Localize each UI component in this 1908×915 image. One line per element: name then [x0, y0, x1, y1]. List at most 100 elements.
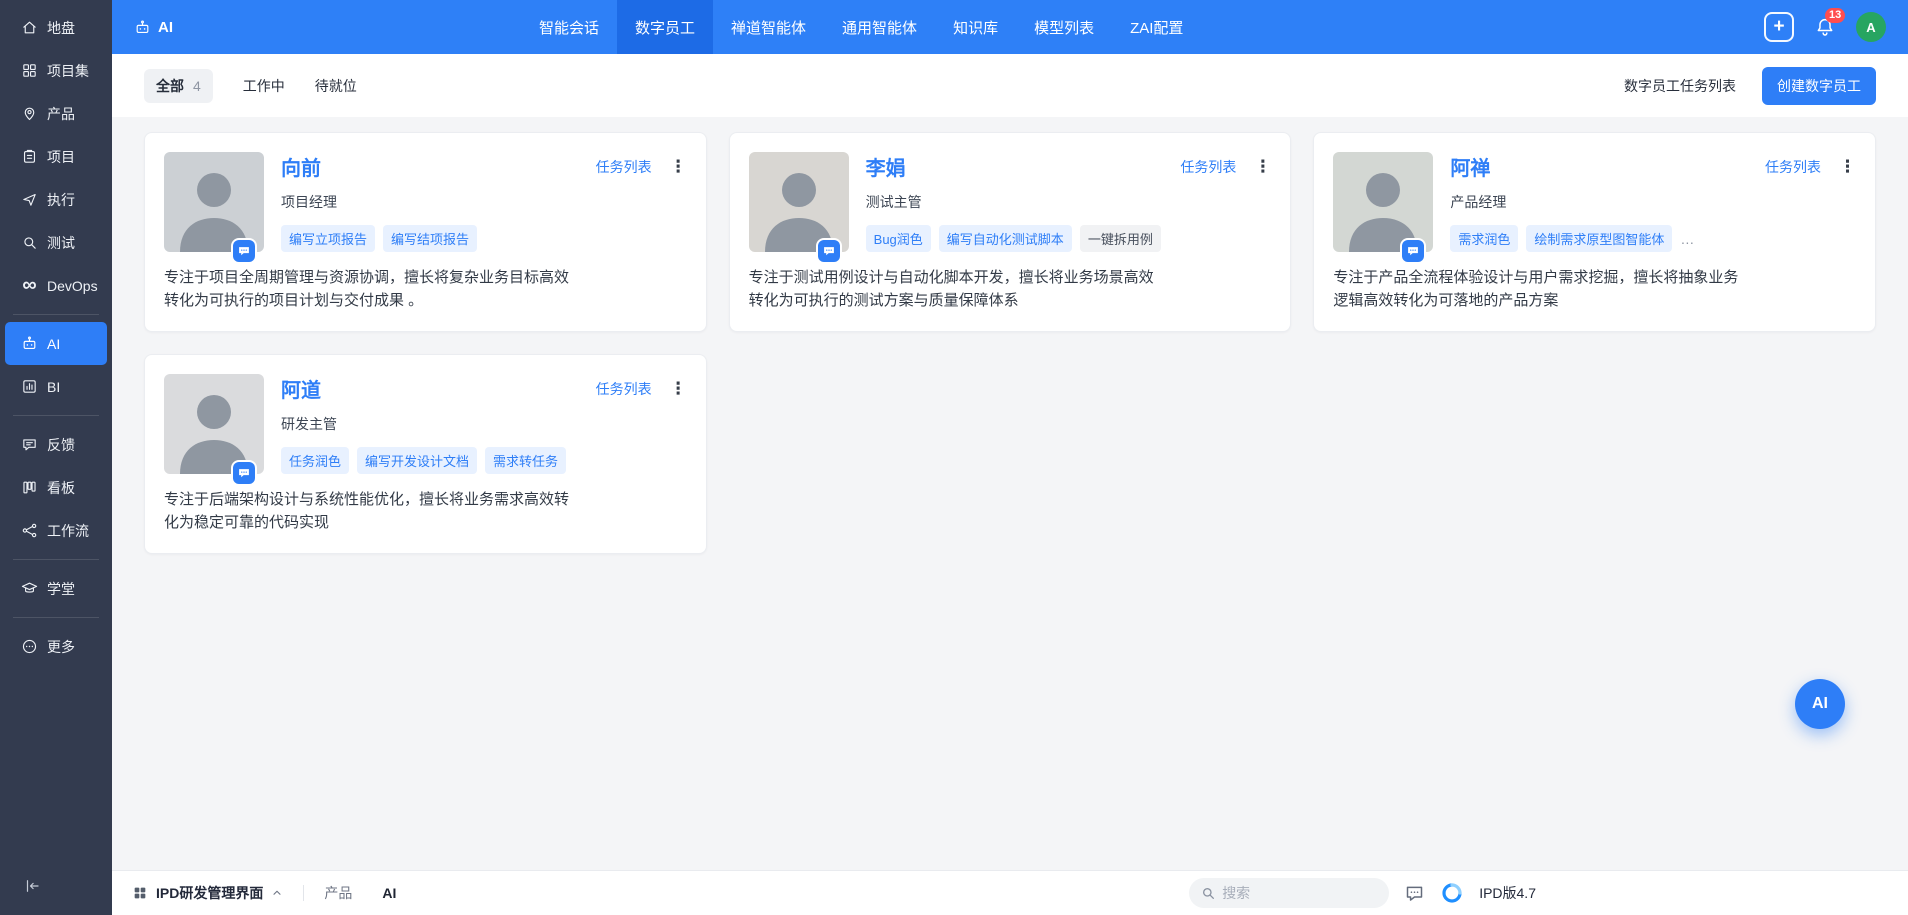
sidebar-divider [13, 314, 99, 315]
employee-name[interactable]: 李娟 [866, 152, 906, 181]
skill-tag[interactable]: 任务润色 [281, 447, 349, 474]
sidebar-item-label: BI [47, 379, 60, 395]
brand-logo-icon[interactable] [1440, 881, 1464, 905]
kebab-menu-icon[interactable]: ⋮ [1839, 157, 1856, 177]
breadcrumb-product[interactable]: 产品 [324, 883, 352, 903]
tab-all-label: 全部 [156, 76, 184, 96]
skill-tag[interactable]: 编写结项报告 [383, 225, 477, 252]
bottom-bar-right: IPD版4.7 [1189, 878, 1536, 908]
create-employee-button[interactable]: 创建数字员工 [1762, 67, 1876, 105]
employee-description: 专注于测试用例设计与自动化脚本开发，擅长将业务场景高效转化为可执行的测试方案与质… [749, 267, 1161, 312]
kebab-menu-icon[interactable]: ⋮ [670, 379, 687, 399]
version-label: IPD版4.7 [1479, 883, 1536, 903]
kebab-menu-icon[interactable]: ⋮ [1254, 157, 1271, 177]
skill-tag[interactable]: 一键拆用例 [1080, 225, 1161, 252]
sidebar-item-feedback[interactable]: 反馈 [5, 423, 107, 466]
sidebar-item-label: DevOps [47, 278, 98, 294]
employee-role: 项目经理 [281, 192, 687, 212]
employee-role: 产品经理 [1450, 192, 1856, 212]
tab-standby[interactable]: 待就位 [315, 76, 357, 96]
tab-working[interactable]: 工作中 [243, 76, 285, 96]
skill-tag[interactable]: 编写开发设计文档 [357, 447, 477, 474]
sidebar-item-products[interactable]: 产品 [5, 92, 107, 135]
divider [303, 885, 304, 901]
employee-cards-grid: 向前 任务列表 ⋮ 项目经理 编写立项报告 编写结项报告 专注于项目全周期管理与… [144, 132, 1876, 554]
sidebar-item-kanban[interactable]: 看板 [5, 466, 107, 509]
sidebar-item-label: AI [47, 336, 60, 352]
nav-item-general-agent[interactable]: 通用智能体 [824, 0, 935, 54]
search-box [1189, 878, 1389, 908]
feedback-chat-icon[interactable] [1404, 883, 1425, 904]
nav-item-zentao-agent[interactable]: 禅道智能体 [713, 0, 824, 54]
search-icon [1200, 885, 1216, 901]
more-tags-indicator[interactable]: … [1680, 231, 1694, 247]
chat-bubble-badge-icon[interactable] [1402, 240, 1424, 262]
notifications-button[interactable]: 13 [1814, 16, 1836, 38]
app-label-text: AI [158, 19, 173, 36]
kebab-menu-icon[interactable]: ⋮ [670, 157, 687, 177]
sidebar-divider [13, 415, 99, 416]
nav-item-zai-config[interactable]: ZAI配置 [1112, 0, 1201, 54]
app-label[interactable]: AI [134, 19, 173, 36]
add-button[interactable]: + [1764, 12, 1794, 42]
employee-task-list-link[interactable]: 数字员工任务列表 [1624, 76, 1736, 96]
grid-icon [21, 62, 38, 79]
task-list-link[interactable]: 任务列表 [596, 379, 652, 399]
employee-role: 测试主管 [866, 192, 1272, 212]
tab-all-count: 4 [193, 78, 201, 94]
chat-bubble-badge-icon[interactable] [818, 240, 840, 262]
skill-tag[interactable]: 绘制需求原型图智能体 [1526, 225, 1672, 252]
sidebar-item-bi[interactable]: BI [5, 365, 107, 408]
nav-item-digital-employee[interactable]: 数字员工 [617, 0, 713, 54]
sidebar-item-projects[interactable]: 项目 [5, 135, 107, 178]
employee-name[interactable]: 阿道 [281, 374, 321, 403]
notification-badge: 13 [1825, 8, 1845, 23]
search-input[interactable] [1189, 878, 1389, 908]
task-list-link[interactable]: 任务列表 [596, 157, 652, 177]
nav-item-knowledge-base[interactable]: 知识库 [935, 0, 1016, 54]
employee-name[interactable]: 向前 [281, 152, 321, 181]
user-avatar[interactable]: A [1856, 12, 1886, 42]
sidebar-item-testing[interactable]: 测试 [5, 221, 107, 264]
tab-all[interactable]: 全部 4 [144, 69, 213, 103]
sidebar-item-project-sets[interactable]: 项目集 [5, 49, 107, 92]
sidebar-collapse-button[interactable] [0, 864, 112, 915]
breadcrumb-ai[interactable]: AI [382, 885, 396, 901]
portrait-placeholder [164, 152, 264, 252]
sidebar-item-devops[interactable]: ∞ DevOps [5, 264, 107, 307]
chat-bubble-badge-icon[interactable] [233, 462, 255, 484]
robot-icon [134, 19, 151, 36]
nav-item-ai-chat[interactable]: 智能会话 [521, 0, 617, 54]
task-list-link[interactable]: 任务列表 [1180, 157, 1236, 177]
sidebar-item-ai[interactable]: AI [5, 322, 107, 365]
sidebar-item-executions[interactable]: 执行 [5, 178, 107, 221]
skill-tag[interactable]: 需求润色 [1450, 225, 1518, 252]
skill-tag[interactable]: 编写立项报告 [281, 225, 375, 252]
chat-bubble-badge-icon[interactable] [233, 240, 255, 262]
grid-icon [132, 885, 148, 901]
ai-assistant-fab[interactable]: AI [1795, 679, 1845, 729]
top-nav-right: + 13 A [1764, 12, 1886, 42]
skill-tag[interactable]: 需求转任务 [485, 447, 566, 474]
sidebar-item-workflow[interactable]: 工作流 [5, 509, 107, 552]
sidebar-item-label: 测试 [47, 233, 75, 253]
sidebar-item-home[interactable]: 地盘 [5, 6, 107, 49]
more-circle-icon [21, 638, 38, 655]
sidebar-item-school[interactable]: 学堂 [5, 567, 107, 610]
magnifier-icon [21, 234, 38, 251]
workspace-switcher[interactable]: IPD研发管理界面 [132, 883, 283, 903]
portrait-placeholder [164, 374, 264, 474]
employee-name[interactable]: 阿禅 [1450, 152, 1490, 181]
chevron-up-icon [271, 887, 283, 899]
nav-item-model-list[interactable]: 模型列表 [1016, 0, 1112, 54]
portrait-placeholder [749, 152, 849, 252]
task-list-link[interactable]: 任务列表 [1765, 157, 1821, 177]
sidebar-item-more[interactable]: 更多 [5, 625, 107, 668]
skill-tag[interactable]: 编写自动化测试脚本 [939, 225, 1072, 252]
employee-description: 专注于项目全周期管理与资源协调，擅长将复杂业务目标高效转化为可执行的项目计划与交… [164, 267, 576, 312]
collapse-icon [23, 877, 41, 895]
infinity-icon: ∞ [21, 277, 38, 294]
skill-tag[interactable]: Bug润色 [866, 225, 931, 252]
workspace-label: IPD研发管理界面 [156, 883, 263, 903]
skill-tags: 任务润色 编写开发设计文档 需求转任务 [281, 447, 687, 474]
